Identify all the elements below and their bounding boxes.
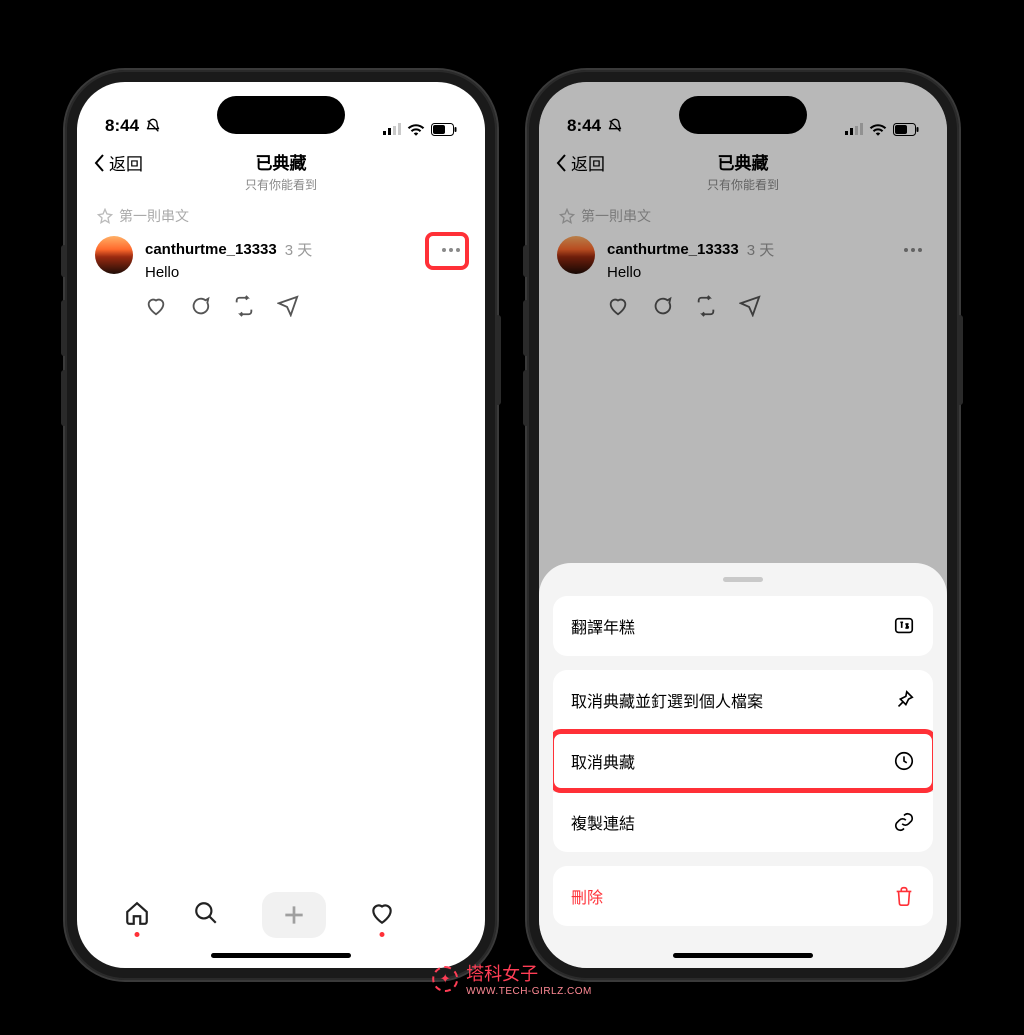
sheet-translate-label: 翻譯年糕 [571,614,635,638]
sheet-copy-link[interactable]: 複製連結 [553,792,933,852]
repost-icon [233,295,255,317]
post: canthurtme_13333 3 天 Hello [539,228,947,281]
home-indicator[interactable] [673,953,813,958]
post-time: 3 天 [747,239,775,260]
page-subtitle: 只有你能看到 [245,176,317,193]
page-title: 已典藏 [707,149,779,174]
star-icon [559,208,575,224]
post-text: Hello [145,264,467,281]
comment-button[interactable] [651,295,673,322]
silent-icon [607,118,623,134]
wifi-icon [407,122,425,136]
heart-icon [607,295,629,317]
star-icon [97,208,113,224]
trash-icon [893,885,915,907]
plus-icon [281,902,307,928]
share-button[interactable] [277,295,299,322]
watermark: ✦ 塔科女子 WWW.TECH-GIRLZ.COM [432,960,592,997]
repost-button[interactable] [233,295,255,322]
tab-search[interactable] [193,900,219,931]
home-indicator[interactable] [211,953,351,958]
watermark-name: 塔科女子 [466,960,592,986]
tab-activity[interactable] [369,900,395,931]
heart-icon [369,900,395,926]
back-label: 返回 [571,150,605,175]
more-icon [903,247,923,253]
avatar[interactable] [557,236,595,274]
post-more-button[interactable] [897,236,929,262]
back-button[interactable]: 返回 [93,150,143,175]
post-actions [539,281,947,332]
pin-icon [893,689,915,711]
wifi-icon [869,122,887,136]
link-icon [893,811,915,833]
sheet-group-3: 刪除 [553,866,933,926]
battery-icon [893,123,919,136]
status-time: 8:44 [567,116,601,136]
sheet-group-1: 翻譯年糕 [553,596,933,656]
sheet-grabber[interactable] [723,577,763,582]
repost-icon [695,295,717,317]
send-icon [277,295,299,317]
watermark-url: WWW.TECH-GIRLZ.COM [466,986,592,997]
dynamic-island [679,96,807,134]
post-username[interactable]: canthurtme_13333 [145,241,277,258]
cellular-icon [383,123,401,135]
send-icon [739,295,761,317]
repost-button[interactable] [695,295,717,322]
history-icon [893,750,915,772]
comment-icon [189,295,211,317]
translate-icon [893,615,915,637]
cellular-icon [845,123,863,135]
post: canthurtme_13333 3 天 Hello [77,228,485,281]
page-subtitle: 只有你能看到 [707,176,779,193]
sheet-delete[interactable]: 刪除 [553,866,933,926]
sheet-delete-label: 刪除 [571,884,603,908]
app-header: 返回 已典藏 只有你能看到 [77,140,485,196]
post-time: 3 天 [285,239,313,260]
tag-label: 第一則串文 [581,206,651,226]
sheet-copy-link-label: 複製連結 [571,810,635,834]
back-button[interactable]: 返回 [555,150,605,175]
post-actions [77,281,485,332]
battery-icon [431,123,457,136]
tab-compose[interactable] [262,892,326,938]
comment-button[interactable] [189,295,211,322]
first-thread-tag: 第一則串文 [77,196,485,228]
like-button[interactable] [607,295,629,322]
sheet-group-2: 取消典藏並釘選到個人檔案 取消典藏 複製連結 [553,670,933,852]
avatar[interactable] [95,236,133,274]
app-header: 返回 已典藏 只有你能看到 [539,140,947,196]
post-text: Hello [607,264,929,281]
sheet-translate[interactable]: 翻譯年糕 [553,596,933,656]
heart-icon [145,295,167,317]
tag-label: 第一則串文 [119,206,189,226]
first-thread-tag: 第一則串文 [539,196,947,228]
sheet-unarchive-label: 取消典藏 [571,749,635,773]
sheet-unarchive-pin-label: 取消典藏並釘選到個人檔案 [571,688,763,712]
tab-bar [77,886,485,944]
search-icon [193,900,219,926]
more-icon [441,247,461,253]
phone-left: 8:44 返回 已典藏 只有你能看到 [65,70,497,980]
post-more-button[interactable] [435,236,467,262]
watermark-badge-icon: ✦ [432,966,458,992]
back-label: 返回 [109,150,143,175]
action-sheet: 翻譯年糕 取消典藏並釘選到個人檔案 取消典藏 複製連結 [539,563,947,968]
share-button[interactable] [739,295,761,322]
page-title: 已典藏 [245,149,317,174]
chevron-left-icon [555,153,569,173]
dynamic-island [217,96,345,134]
comment-icon [651,295,673,317]
tab-home[interactable] [124,900,150,931]
chevron-left-icon [93,153,107,173]
status-time: 8:44 [105,116,139,136]
home-icon [124,900,150,926]
silent-icon [145,118,161,134]
sheet-unarchive-pin[interactable]: 取消典藏並釘選到個人檔案 [553,670,933,731]
phone-right: 8:44 返回 已典藏 只有你能看到 [527,70,959,980]
like-button[interactable] [145,295,167,322]
sheet-unarchive[interactable]: 取消典藏 [553,731,933,792]
post-username[interactable]: canthurtme_13333 [607,241,739,258]
